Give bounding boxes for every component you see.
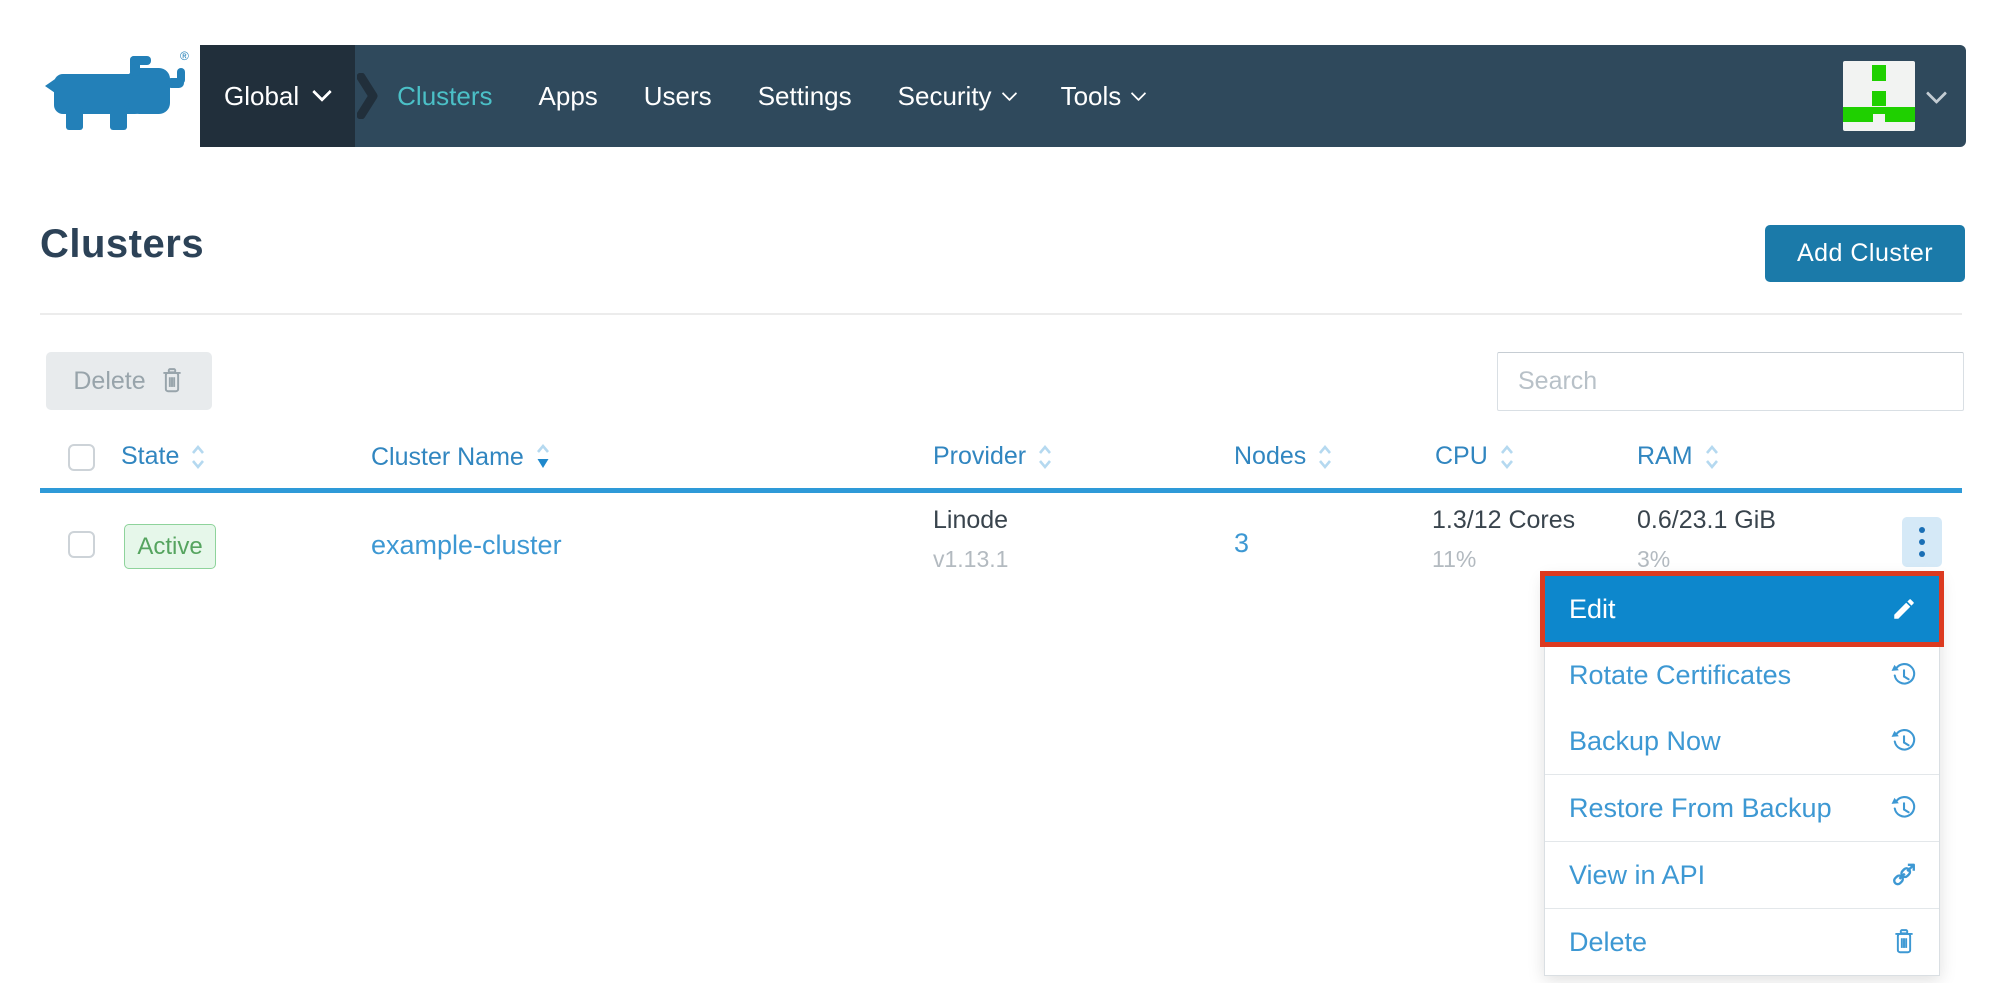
rancher-clusters-page: ® Global Clusters Apps Users Settings Se…	[0, 0, 2000, 983]
trash-icon	[159, 367, 185, 395]
sort-icon	[1500, 443, 1514, 471]
chevron-down-icon	[1926, 82, 1947, 103]
sort-icon	[1318, 443, 1332, 471]
user-menu[interactable]	[1843, 61, 1966, 131]
page-title: Clusters	[40, 222, 204, 267]
nav-items: Clusters Apps Users Settings Security To…	[397, 81, 1144, 112]
global-context-label: Global	[224, 81, 299, 112]
trash-icon	[1891, 928, 1917, 956]
user-avatar	[1843, 61, 1915, 131]
sort-icon	[191, 443, 205, 471]
bulk-delete-label: Delete	[73, 367, 145, 396]
rancher-logo[interactable]: ®	[42, 48, 192, 143]
menu-item-edit[interactable]: Edit	[1545, 576, 1939, 642]
menu-item-view-in-api[interactable]: View in API	[1545, 842, 1939, 908]
nav-item-settings[interactable]: Settings	[758, 81, 852, 112]
nav-item-users[interactable]: Users	[644, 81, 712, 112]
provider-name: Linode	[933, 506, 1008, 535]
provider-cell: Linode v1.13.1	[933, 506, 1008, 573]
cpu-cell: 1.3/12 Cores 11%	[1432, 506, 1575, 573]
chevron-down-icon	[312, 82, 332, 102]
chevron-down-icon	[1001, 86, 1017, 102]
chevron-down-icon	[1131, 86, 1147, 102]
column-header-ram[interactable]: RAM	[1637, 442, 1719, 471]
nav-item-tools[interactable]: Tools	[1061, 81, 1145, 112]
nav-item-clusters[interactable]: Clusters	[397, 81, 492, 112]
column-header-cluster-name[interactable]: Cluster Name	[371, 442, 550, 472]
bulk-delete-button[interactable]: Delete	[46, 352, 212, 410]
sort-icon-active-desc	[536, 442, 550, 472]
menu-item-restore-from-backup[interactable]: Restore From Backup	[1545, 775, 1939, 841]
column-header-cpu[interactable]: CPU	[1435, 442, 1514, 471]
pencil-icon	[1891, 596, 1917, 622]
nav-item-security[interactable]: Security	[898, 81, 1015, 112]
menu-item-rotate-certificates[interactable]: Rotate Certificates	[1545, 642, 1939, 708]
cpu-usage: 1.3/12 Cores	[1432, 506, 1575, 535]
section-divider	[40, 313, 1962, 315]
registered-mark: ®	[180, 49, 189, 63]
cpu-percent: 11%	[1432, 546, 1575, 573]
history-icon	[1890, 662, 1917, 689]
sort-icon	[1705, 443, 1719, 471]
history-icon	[1890, 795, 1917, 822]
row-actions-kebab-button[interactable]	[1902, 517, 1942, 567]
external-link-icon	[1889, 861, 1917, 889]
status-badge: Active	[124, 524, 216, 569]
column-header-nodes[interactable]: Nodes	[1234, 442, 1332, 471]
search-input[interactable]	[1497, 352, 1964, 411]
select-all-checkbox[interactable]	[68, 444, 95, 471]
global-context-menu[interactable]: Global	[200, 45, 355, 147]
row-actions-menu: Edit Rotate Certificates Backup Now	[1544, 575, 1940, 976]
column-header-provider[interactable]: Provider	[933, 442, 1052, 471]
table-header-row: State Cluster Name Provider Nodes CP	[40, 436, 1962, 488]
provider-version: v1.13.1	[933, 546, 1008, 573]
sort-icon	[1038, 443, 1052, 471]
menu-item-delete[interactable]: Delete	[1545, 909, 1939, 975]
breadcrumb-separator-icon	[357, 73, 379, 119]
ram-percent: 3%	[1637, 546, 1776, 573]
cluster-name-link[interactable]: example-cluster	[371, 530, 562, 561]
history-icon	[1890, 728, 1917, 755]
top-navbar: Global Clusters Apps Users Settings Secu…	[200, 45, 1966, 147]
nodes-count-link[interactable]: 3	[1234, 528, 1249, 559]
menu-item-backup-now[interactable]: Backup Now	[1545, 708, 1939, 774]
add-cluster-button[interactable]: Add Cluster	[1765, 225, 1965, 282]
ram-cell: 0.6/23.1 GiB 3%	[1637, 506, 1776, 573]
column-header-state[interactable]: State	[121, 442, 205, 471]
nav-item-apps[interactable]: Apps	[539, 81, 598, 112]
ram-usage: 0.6/23.1 GiB	[1637, 506, 1776, 535]
row-checkbox[interactable]	[68, 531, 95, 558]
